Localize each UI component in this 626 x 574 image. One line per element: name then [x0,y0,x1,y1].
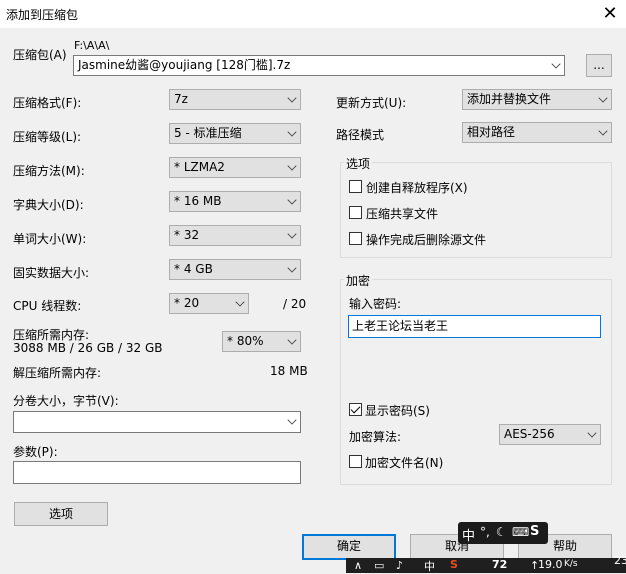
solid-label: 固实数据大小: [13,266,90,280]
format-select[interactable]: 7z [169,89,301,110]
chevron-down-icon [587,428,597,438]
options-group-title: 选项 [344,155,373,172]
password-label: 输入密码: [349,297,402,311]
params-label: 参数(P): [13,445,58,459]
cpu-label: CPU 线程数: [13,299,82,313]
cpu-value: * 20 [174,296,200,310]
archive-path: F:\A\A\ [74,39,110,52]
mem-detail: 3088 MB / 26 GB / 32 GB [13,341,163,355]
display-icon[interactable]: ▭ [374,559,384,572]
volume-icon[interactable]: ♪ [396,559,403,572]
sfx-label: 创建自释放程序(X) [366,181,468,195]
cpu-select[interactable]: * 20 [169,293,249,314]
delete-label: 操作完成后删除源文件 [366,233,487,247]
solid-value: * 4 GB [174,262,213,276]
chevron-down-icon [287,229,297,239]
delete-checkbox[interactable] [349,232,362,245]
chevron-down-icon [287,415,297,425]
sogou-tray-icon[interactable]: S [450,558,458,571]
shared-checkbox[interactable] [349,206,362,219]
word-select[interactable]: * 32 [169,225,301,246]
word-value: * 32 [174,228,200,242]
chevron-down-icon [551,59,561,69]
mem-value: * 80% [227,334,264,348]
chevron-up-icon[interactable]: ∧ [354,559,362,572]
sogou-icon[interactable]: S [530,524,539,539]
archive-name-value: Jasmine幼酱@youjiang [128门槛].7z [78,58,291,72]
dict-label: 字典大小(D): [13,198,84,212]
net-speed: 19.0 [538,558,563,571]
chevron-down-icon [287,93,297,103]
solid-select[interactable]: * 4 GB [169,259,301,280]
split-label: 分卷大小，字节(V): [13,394,119,408]
tray-badge[interactable]: 72 [492,558,507,571]
shared-label: 压缩共享文件 [366,207,439,221]
level-select[interactable]: 5 - 标准压缩 [169,123,301,144]
ok-button[interactable]: 确定 [302,534,396,560]
browse-button[interactable]: ... [586,54,612,77]
cpu-total: / 20 [283,297,307,311]
format-value: 7z [174,92,188,106]
chevron-down-icon [598,126,608,136]
close-icon[interactable]: ✕ [598,2,622,26]
title-bar: 添加到压缩包 ✕ [0,0,626,28]
dict-value: * 16 MB [174,194,222,208]
word-label: 单词大小(W): [13,232,87,246]
chevron-down-icon [287,127,297,137]
sfx-checkbox[interactable] [349,180,362,193]
update-label: 更新方式(U): [336,96,407,110]
mem-select[interactable]: * 80% [222,331,301,352]
show-password-checkbox[interactable] [349,403,362,416]
encryption-group-title: 加密 [344,272,373,289]
encrypt-names-label: 加密文件名(N) [365,456,444,470]
path-mode-value: 相对路径 [467,125,516,139]
show-password-label: 显示密码(S) [365,404,430,418]
dict-select[interactable]: * 16 MB [169,191,301,212]
path-mode-select[interactable]: 相对路径 [462,122,612,143]
chevron-down-icon [287,263,297,273]
chevron-down-icon [287,161,297,171]
level-value: 5 - 标准压缩 [174,126,242,140]
chevron-down-icon [598,93,608,103]
ime-toolbar[interactable]: 中 °, ☾ ⌨ S [458,522,548,544]
taskbar-tray: ∧ ▭ ♪ 中 S 72 ↑ 19.0 K/s 23 [346,554,626,574]
split-combo[interactable] [13,411,301,433]
moon-icon[interactable]: ☾ [496,525,507,539]
enc-method-label: 加密算法: [349,430,402,444]
net-unit: K/s [564,559,578,569]
chevron-down-icon [235,297,245,307]
window-title: 添加到压缩包 [6,8,79,22]
method-select[interactable]: * LZMA2 [169,157,301,178]
chevron-down-icon [287,335,297,345]
encrypt-names-checkbox[interactable] [349,455,362,468]
decomp-value: 18 MB [270,364,308,378]
punctuation-icon[interactable]: °, [480,525,490,539]
clock[interactable]: 23 [614,554,626,567]
enc-method-select[interactable]: AES-256 [499,424,601,445]
archive-label: 压缩包(A) [13,48,67,62]
archive-name-combo[interactable]: Jasmine幼酱@youjiang [128门槛].7z [73,55,565,76]
method-value: * LZMA2 [174,160,225,174]
update-value: 添加并替换文件 [467,92,552,106]
keyboard-icon[interactable]: ⌨ [512,525,529,539]
chevron-down-icon [287,195,297,205]
enc-method-value: AES-256 [504,427,555,441]
level-label: 压缩等级(L): [13,130,82,144]
method-label: 压缩方法(M): [13,164,85,178]
params-input[interactable] [13,461,301,484]
format-label: 压缩格式(F): [13,96,82,110]
path-mode-label: 路径模式 [336,128,385,142]
update-select[interactable]: 添加并替换文件 [462,89,612,110]
password-input[interactable]: 上老王论坛当老王 [348,315,601,338]
decomp-label: 解压缩所需内存: [13,366,102,380]
ime-mode[interactable]: 中 [462,525,475,544]
tray-ime[interactable]: 中 [424,558,435,574]
options-button[interactable]: 选项 [14,502,108,526]
